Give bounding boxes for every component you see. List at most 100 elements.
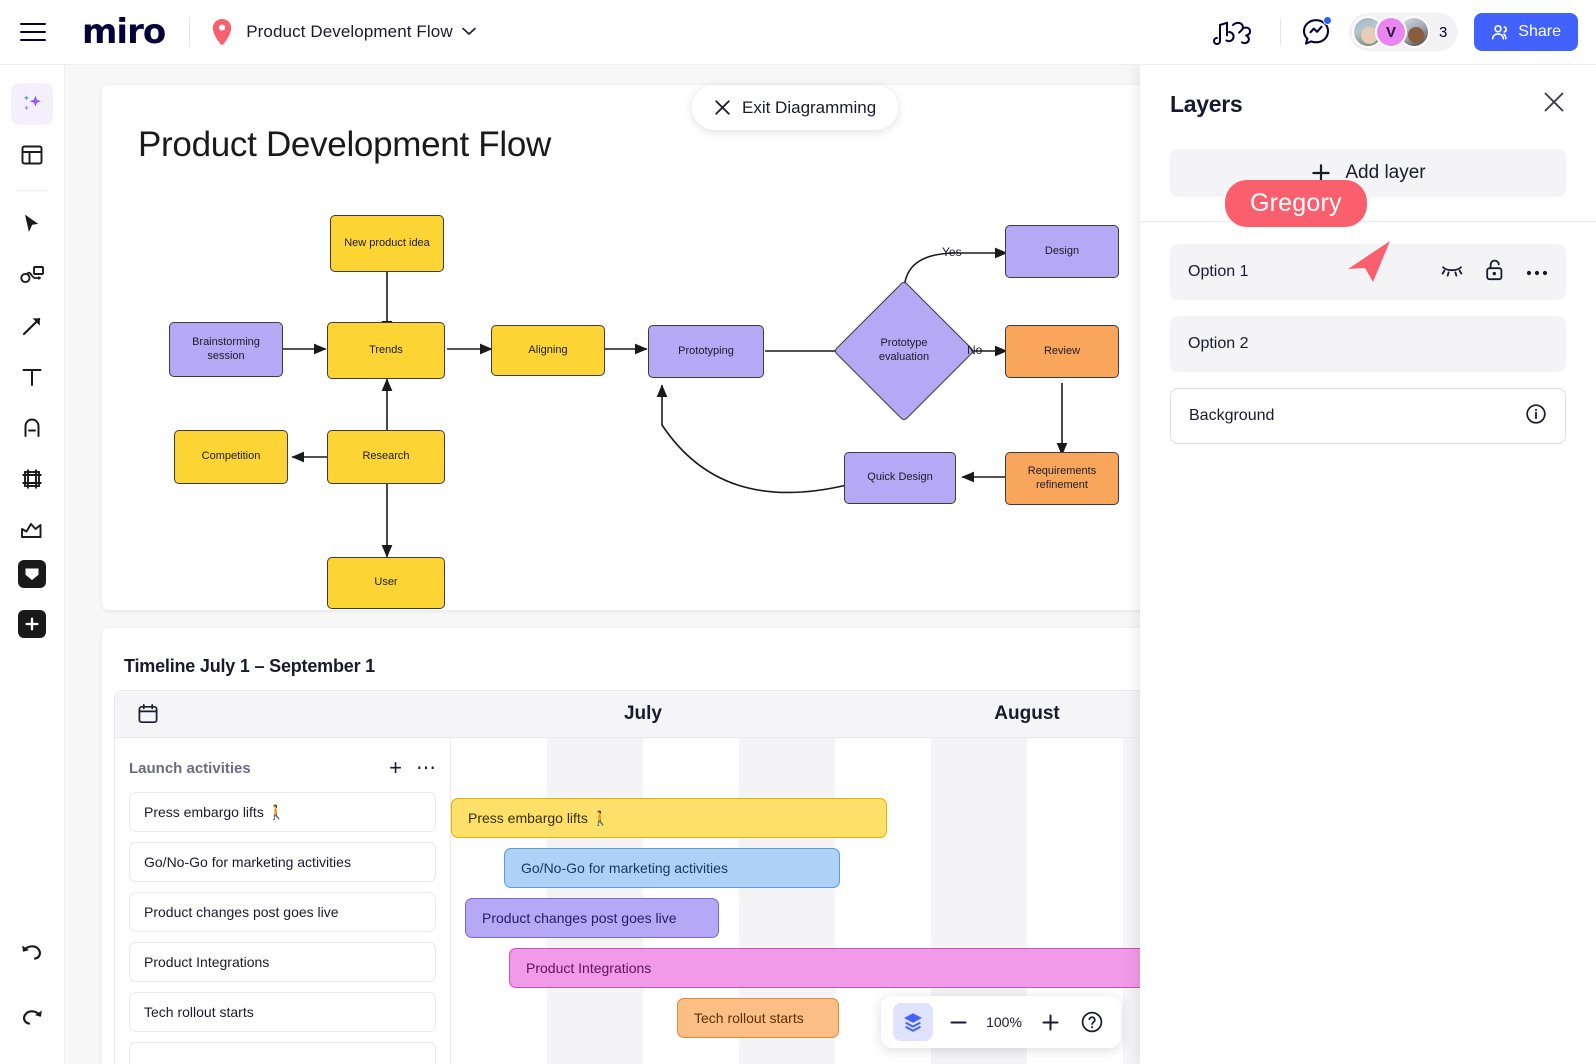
gantt-bar[interactable]: Press embargo lifts 🚶 xyxy=(451,798,887,838)
task-row[interactable]: Press embargo lifts 🚶 xyxy=(129,792,436,832)
miro-board-app: miro Product Development Flow V 3 Share … xyxy=(0,0,1596,1064)
task-group-label: Launch activities xyxy=(129,759,251,777)
zoom-out-button[interactable] xyxy=(941,1005,975,1039)
node-label: Research xyxy=(362,450,410,463)
flow-node-design[interactable]: Design xyxy=(1005,225,1119,278)
task-list-column: Launch activities + ⋯ Press embargo lift… xyxy=(115,738,451,1064)
tool-shapes-connector[interactable] xyxy=(11,254,53,296)
tool-pen[interactable] xyxy=(11,407,53,449)
task-group-header: Launch activities + ⋯ xyxy=(129,752,436,784)
tool-chart[interactable] xyxy=(11,509,53,551)
tool-templates[interactable] xyxy=(11,134,53,176)
task-group-more-icon[interactable]: ⋯ xyxy=(416,758,436,778)
layers-panel: Layers Add layer Option 1 Option 2 Backg… xyxy=(1140,65,1596,1064)
board-title[interactable]: Product Development Flow xyxy=(246,22,453,42)
layer-row-icons xyxy=(1525,403,1547,430)
left-toolbar xyxy=(0,65,65,1064)
exit-diagramming-button[interactable]: Exit Diagramming xyxy=(692,85,899,130)
node-label: Aligning xyxy=(528,343,568,356)
layer-row-option-2[interactable]: Option 2 xyxy=(1170,316,1566,372)
zoom-level[interactable]: 100% xyxy=(983,1014,1025,1030)
task-row[interactable]: Product Integrations xyxy=(129,942,436,982)
task-row[interactable]: Go/No-Go for marketing activities xyxy=(129,842,436,882)
flow-node-user[interactable]: User xyxy=(327,557,445,609)
flowchart-frame[interactable]: Product Development Flow New product ide… xyxy=(102,85,1232,610)
close-icon[interactable] xyxy=(1542,90,1566,119)
add-layer-label: Add layer xyxy=(1345,162,1426,183)
tool-select-cursor[interactable] xyxy=(11,203,53,245)
close-icon xyxy=(715,100,730,115)
tool-sticky-note[interactable] xyxy=(18,560,46,588)
unlock-icon[interactable] xyxy=(1485,259,1504,286)
flow-node-new-product-idea[interactable]: New product idea xyxy=(330,215,444,272)
eye-closed-icon[interactable] xyxy=(1441,263,1463,282)
flow-node-competition[interactable]: Competition xyxy=(174,430,288,484)
tool-more-apps[interactable] xyxy=(18,610,46,638)
tool-ai-sparkles[interactable] xyxy=(11,83,53,125)
share-button-label: Share xyxy=(1518,23,1561,40)
node-label: User xyxy=(374,576,398,589)
gantt-bar[interactable]: Go/No-Go for marketing activities xyxy=(504,848,840,888)
redo-button[interactable] xyxy=(11,995,53,1037)
node-label: Design xyxy=(1044,244,1080,257)
share-button[interactable]: Share xyxy=(1474,13,1578,51)
node-label: Prototype evaluation xyxy=(878,337,930,363)
task-row[interactable]: Tech rollout starts xyxy=(129,992,436,1032)
node-label: Review xyxy=(1043,344,1081,357)
notification-dot xyxy=(1322,16,1332,25)
divider xyxy=(15,190,49,191)
flow-node-prototyping[interactable]: Prototyping xyxy=(648,325,764,378)
calendar-icon[interactable] xyxy=(115,703,451,725)
exit-diagramming-label: Exit Diagramming xyxy=(742,97,877,117)
hamburger-menu-icon[interactable] xyxy=(20,16,52,48)
music-notes-icon[interactable] xyxy=(1210,17,1262,47)
flow-node-aligning[interactable]: Aligning xyxy=(491,325,605,376)
gantt-bar[interactable]: Tech rollout starts xyxy=(677,998,839,1038)
gantt-month-july: July xyxy=(623,703,663,724)
divider xyxy=(189,17,191,47)
help-button[interactable] xyxy=(1075,1005,1109,1039)
flow-node-quick-design[interactable]: Quick Design xyxy=(844,452,956,504)
flow-node-prototype-evaluation[interactable]: Prototype evaluation xyxy=(833,280,975,422)
add-task-button[interactable]: + xyxy=(389,757,402,779)
edge-label-yes: Yes xyxy=(942,245,962,259)
zoom-in-button[interactable] xyxy=(1033,1005,1067,1039)
chevron-down-icon[interactable] xyxy=(461,25,476,39)
tool-text[interactable] xyxy=(11,356,53,398)
flow-node-brainstorming-session[interactable]: Brainstorming session xyxy=(169,322,283,377)
task-row-partial[interactable] xyxy=(129,1042,436,1064)
node-label: New product idea xyxy=(344,236,430,249)
history-controls xyxy=(11,930,53,1046)
gantt-header: July August xyxy=(115,691,1219,738)
collaborator-avatars[interactable]: V 3 xyxy=(1348,13,1459,51)
layers-panel-title: Layers xyxy=(1170,90,1243,117)
flow-node-review[interactable]: Review xyxy=(1005,325,1119,378)
chat-activity-icon[interactable] xyxy=(1299,15,1333,49)
miro-logo[interactable]: miro xyxy=(82,15,166,49)
edge-label-no: No xyxy=(967,343,983,357)
tool-arrow[interactable] xyxy=(11,305,53,347)
gantt-bar[interactable]: Product Integrations xyxy=(509,948,1219,988)
people-icon xyxy=(1492,24,1508,39)
more-icon[interactable] xyxy=(1526,263,1548,281)
flow-node-research[interactable]: Research xyxy=(327,430,445,484)
flow-node-trends[interactable]: Trends xyxy=(327,322,445,379)
tool-frame[interactable] xyxy=(11,458,53,500)
avatar[interactable]: V xyxy=(1374,16,1407,48)
zoom-control-bar: 100% xyxy=(881,996,1121,1048)
layer-row-background[interactable]: Background xyxy=(1170,388,1566,444)
info-icon[interactable] xyxy=(1525,403,1547,430)
flow-node-requirements-refinement[interactable]: Requirements refinement xyxy=(1005,452,1119,505)
undo-button[interactable] xyxy=(11,930,53,972)
timeline-title: Timeline July 1 – September 1 xyxy=(124,656,375,676)
top-bar-right: V 3 Share xyxy=(1210,13,1596,51)
task-row[interactable]: Product changes post goes live xyxy=(129,892,436,932)
node-label: Competition xyxy=(201,450,261,463)
node-label: Trends xyxy=(369,343,403,356)
node-label: Quick Design xyxy=(867,471,933,484)
layer-label: Background xyxy=(1189,407,1275,424)
layers-toggle-icon[interactable] xyxy=(893,1003,933,1041)
layer-label: Option 2 xyxy=(1188,335,1249,352)
gantt-bar[interactable]: Product changes post goes live xyxy=(465,898,719,938)
collaborator-cursor-pointer xyxy=(1336,237,1394,290)
